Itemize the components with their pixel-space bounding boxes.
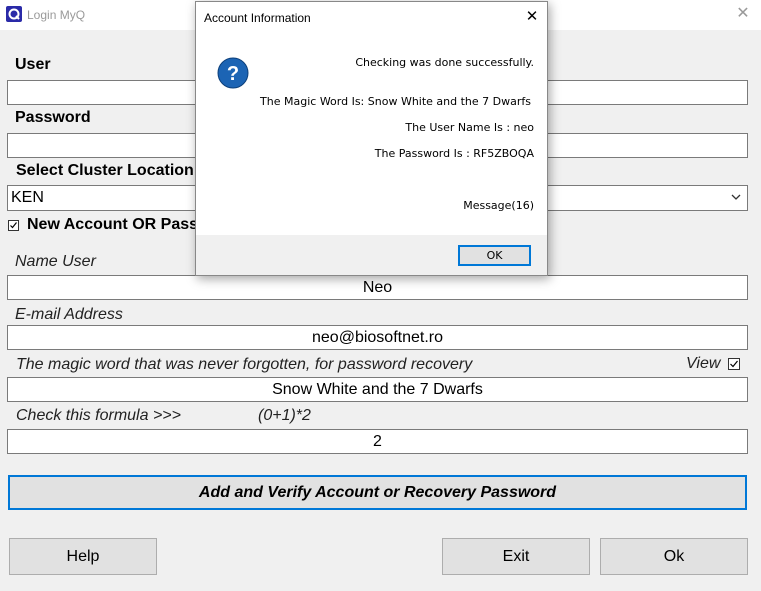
window-close-icon[interactable]: ✕ (734, 4, 752, 24)
formula-expression: (0+1)*2 (258, 407, 311, 424)
formula-answer-input[interactable]: 2 (7, 429, 748, 454)
new-account-checkbox[interactable] (8, 220, 19, 231)
add-verify-button[interactable]: Add and Verify Account or Recovery Passw… (8, 475, 747, 510)
email-input[interactable]: neo@biosoftnet.ro (7, 325, 748, 350)
name-user-input[interactable]: Neo (7, 275, 748, 300)
email-label: E-mail Address (15, 306, 123, 323)
help-button[interactable]: Help (9, 538, 157, 575)
new-account-label: New Account OR Pass (27, 216, 199, 233)
dialog-body: ? Checking was done successfully. The Ma… (196, 34, 547, 235)
ok-button[interactable]: Ok (600, 538, 748, 575)
user-label: User (15, 56, 51, 73)
name-user-label: Name User (15, 253, 96, 270)
dialog-line-password: The Password Is : RF5ZBOQA (374, 147, 534, 160)
cluster-label: Select Cluster Location (16, 162, 194, 179)
formula-label: Check this formula >>> (16, 407, 181, 424)
cluster-selected-value: KEN (11, 189, 44, 206)
magic-word-label: The magic word that was never forgotten,… (16, 356, 473, 373)
view-label: View (686, 355, 721, 372)
password-label: Password (15, 109, 91, 126)
chevron-down-icon[interactable] (729, 189, 743, 205)
view-checkbox[interactable] (728, 358, 740, 370)
exit-button[interactable]: Exit (442, 538, 590, 575)
window-title: Login MyQ (27, 8, 86, 22)
dialog-line-status: Checking was done successfully. (355, 56, 534, 69)
dialog-title: Account Information (204, 11, 311, 25)
dialog-line-magic-word: The Magic Word Is: Snow White and the 7 … (260, 95, 531, 108)
magic-word-input[interactable]: Snow White and the 7 Dwarfs (7, 377, 748, 402)
dialog-line-message: Message(16) (463, 199, 534, 212)
app-logo-icon (6, 6, 22, 22)
dialog-close-icon[interactable]: ✕ (522, 7, 542, 27)
question-icon: ? (217, 57, 249, 89)
svg-text:?: ? (227, 63, 239, 85)
account-info-dialog: Account Information ✕ ? Checking was don… (195, 1, 548, 276)
dialog-ok-button[interactable]: OK (458, 245, 531, 266)
dialog-line-user-name: The User Name Is : neo (405, 121, 534, 134)
dialog-titlebar: Account Information ✕ (196, 2, 547, 34)
